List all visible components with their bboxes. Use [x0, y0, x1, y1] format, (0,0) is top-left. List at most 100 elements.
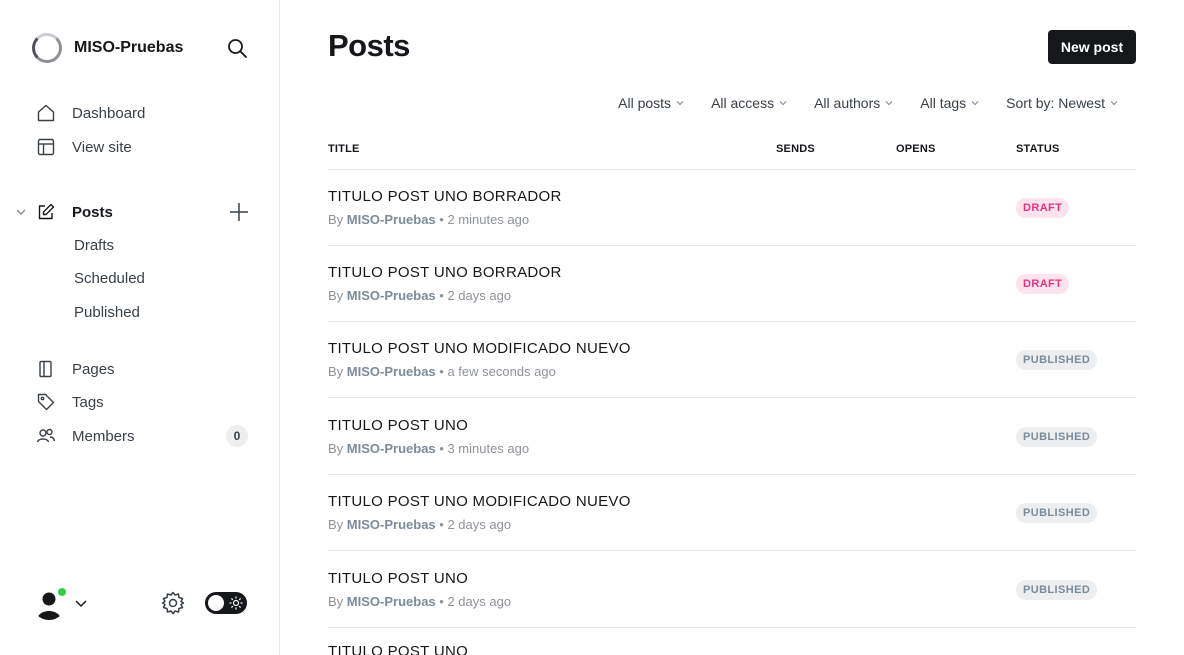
- site-logo-icon: [32, 33, 62, 63]
- chevron-down-icon: [885, 101, 893, 106]
- chevron-down-icon[interactable]: [74, 596, 88, 610]
- post-author: MISO-Pruebas: [346, 212, 436, 227]
- post-time: • 3 minutes ago: [439, 441, 530, 456]
- status-badge: PUBLISHED: [1016, 503, 1098, 523]
- post-meta: By MISO-Pruebas • 2 days ago: [328, 288, 511, 303]
- post-meta: By MISO-Pruebas • 2 minutes ago: [328, 212, 529, 227]
- filter-all-posts[interactable]: All posts: [618, 95, 684, 111]
- nav-dashboard[interactable]: Dashboard: [36, 100, 145, 126]
- site-name: MISO-Pruebas: [74, 39, 184, 56]
- post-meta: By MISO-Pruebas • 2 days ago: [328, 517, 511, 532]
- nav-view-site[interactable]: View site: [36, 134, 132, 160]
- post-author: MISO-Pruebas: [346, 288, 436, 303]
- column-header-opens: OPENS: [896, 143, 936, 155]
- filter-all-authors[interactable]: All authors: [814, 95, 893, 111]
- nav-posts-label: Posts: [72, 203, 113, 221]
- nav-posts[interactable]: Posts: [36, 199, 113, 225]
- filter-label: All access: [711, 95, 775, 111]
- post-title: TITULO POST UNO BORRADOR: [328, 264, 562, 281]
- search-icon[interactable]: [226, 37, 248, 59]
- post-author: MISO-Pruebas: [346, 364, 436, 379]
- sun-icon: [229, 596, 243, 610]
- home-icon: [37, 104, 55, 122]
- toggle-knob: [208, 595, 224, 611]
- nav-dashboard-label: Dashboard: [72, 104, 146, 122]
- page-icon: [39, 360, 52, 378]
- filter-label: All posts: [618, 95, 672, 111]
- theme-toggle[interactable]: [205, 592, 247, 614]
- post-author: MISO-Pruebas: [346, 594, 436, 609]
- filter-bar: All posts All access All authors All tag…: [618, 95, 1118, 111]
- post-by: By: [328, 364, 344, 379]
- edit-icon: [38, 203, 55, 220]
- nav-pages-label: Pages: [72, 360, 115, 378]
- post-row[interactable]: TITULO POST UNO: [328, 625, 1136, 655]
- post-title: TITULO POST UNO: [328, 643, 469, 655]
- post-title: TITULO POST UNO MODIFICADO NUEVO: [328, 493, 631, 510]
- post-time: • 2 days ago: [439, 517, 512, 532]
- status-badge: PUBLISHED: [1016, 427, 1098, 447]
- chevron-down-icon: [676, 101, 684, 106]
- plus-icon[interactable]: [228, 201, 250, 223]
- filter-sort[interactable]: Sort by: Newest: [1006, 95, 1118, 111]
- nav-published[interactable]: Published: [74, 304, 140, 321]
- post-by: By: [328, 517, 344, 532]
- post-time: • 2 minutes ago: [439, 212, 530, 227]
- post-row[interactable]: TITULO POST UNO BORRADOR By MISO-Pruebas…: [328, 246, 1136, 322]
- filter-label: Sort by: Newest: [1006, 95, 1105, 111]
- user-menu[interactable]: [32, 586, 67, 620]
- nav-drafts[interactable]: Drafts: [74, 237, 114, 254]
- members-icon: [36, 428, 56, 443]
- post-row[interactable]: TITULO POST UNO BORRADOR By MISO-Pruebas…: [328, 170, 1136, 246]
- post-meta: By MISO-Pruebas • a few seconds ago: [328, 364, 556, 379]
- nav-pages[interactable]: Pages: [36, 356, 115, 382]
- online-status-dot: [57, 587, 67, 597]
- post-by: By: [328, 212, 344, 227]
- chevron-down-icon: [779, 101, 787, 106]
- post-by: By: [328, 594, 344, 609]
- post-title: TITULO POST UNO BORRADOR: [328, 188, 562, 205]
- post-meta: By MISO-Pruebas • 3 minutes ago: [328, 441, 529, 456]
- post-meta: By MISO-Pruebas • 2 days ago: [328, 594, 511, 609]
- site-brand[interactable]: MISO-Pruebas: [32, 32, 183, 64]
- sidebar: MISO-Pruebas Dashboard View site Posts D…: [0, 0, 280, 655]
- post-time: • 2 days ago: [439, 594, 512, 609]
- post-row[interactable]: TITULO POST UNO By MISO-Pruebas • 2 days…: [328, 552, 1136, 628]
- status-badge: PUBLISHED: [1016, 350, 1098, 370]
- nav-members[interactable]: Members: [36, 423, 135, 449]
- chevron-down-icon: [971, 101, 979, 106]
- post-row[interactable]: TITULO POST UNO By MISO-Pruebas • 3 minu…: [328, 399, 1136, 475]
- status-badge: DRAFT: [1016, 274, 1070, 294]
- column-header-title: TITLE: [328, 143, 360, 155]
- chevron-down-icon[interactable]: [14, 205, 28, 219]
- nav-members-label: Members: [72, 427, 135, 445]
- filter-label: All authors: [814, 95, 881, 111]
- post-time: • 2 days ago: [439, 288, 512, 303]
- column-header-sends: SENDS: [776, 143, 815, 155]
- status-badge: PUBLISHED: [1016, 580, 1098, 600]
- filter-all-access[interactable]: All access: [711, 95, 787, 111]
- post-row[interactable]: TITULO POST UNO MODIFICADO NUEVO By MISO…: [328, 322, 1136, 398]
- filter-label: All tags: [920, 95, 967, 111]
- new-post-button[interactable]: New post: [1048, 30, 1136, 64]
- nav-tags-label: Tags: [72, 393, 104, 411]
- post-by: By: [328, 441, 344, 456]
- post-row[interactable]: TITULO POST UNO MODIFICADO NUEVO By MISO…: [328, 475, 1136, 551]
- nav-view-site-label: View site: [72, 138, 132, 156]
- post-by: By: [328, 288, 344, 303]
- post-title: TITULO POST UNO: [328, 570, 469, 587]
- column-header-status: STATUS: [1016, 143, 1060, 155]
- page-title: Posts: [328, 28, 410, 63]
- tag-icon: [37, 393, 55, 411]
- chevron-down-icon: [1110, 101, 1118, 106]
- post-author: MISO-Pruebas: [346, 517, 436, 532]
- status-badge: DRAFT: [1016, 198, 1070, 218]
- members-count-badge: 0: [226, 425, 248, 447]
- gear-icon[interactable]: [160, 590, 186, 616]
- post-time: • a few seconds ago: [439, 364, 556, 379]
- filter-all-tags[interactable]: All tags: [920, 95, 979, 111]
- nav-tags[interactable]: Tags: [36, 389, 104, 415]
- post-title: TITULO POST UNO MODIFICADO NUEVO: [328, 340, 631, 357]
- nav-scheduled[interactable]: Scheduled: [74, 270, 145, 287]
- layout-icon: [37, 138, 55, 156]
